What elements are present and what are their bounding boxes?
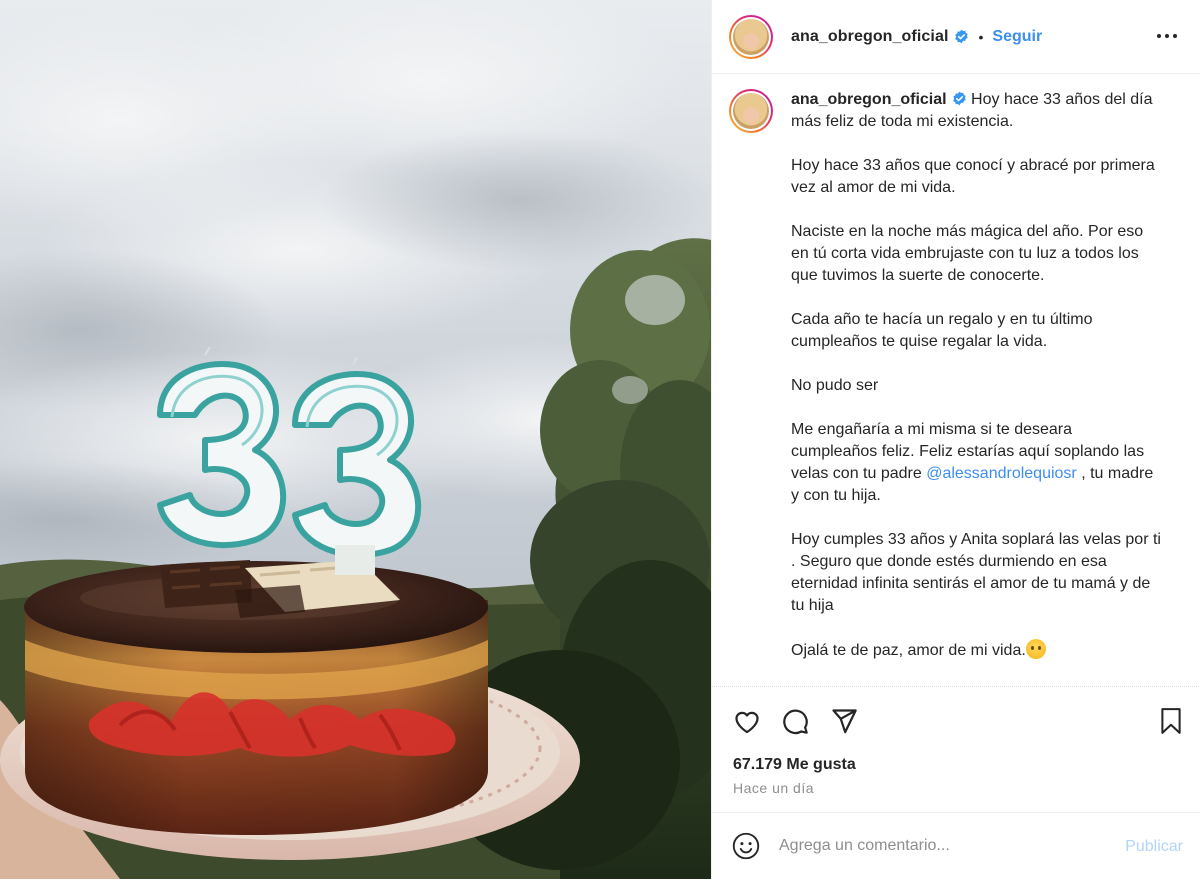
verified-badge-icon [952, 91, 967, 106]
divider [712, 686, 1200, 687]
caption-text: ana_obregon_oficial Hoy hace 33 años del… [791, 89, 1161, 684]
heart-icon[interactable] [732, 706, 762, 736]
follow-button[interactable]: Seguir [992, 28, 1042, 46]
comment-input[interactable] [779, 837, 1099, 855]
caption-paragraph: Hoy hace 33 años que conocí y abracé por… [791, 157, 1155, 196]
caption-avatar[interactable] [729, 89, 773, 133]
post-header: ana_obregon_oficial • Seguir [712, 0, 1200, 74]
caption-paragraph: Naciste en la noche más mágica del año. … [791, 223, 1144, 284]
caption-paragraph-mention: Me engañaría a mi misma si te deseara cu… [791, 419, 1161, 507]
verified-badge-icon [954, 29, 969, 44]
post-photo[interactable] [0, 0, 711, 879]
avatar[interactable] [729, 14, 773, 59]
action-bar [712, 700, 1200, 740]
caption-comment: ana_obregon_oficial Hoy hace 33 años del… [729, 89, 1171, 684]
avatar-ring [731, 16, 771, 57]
comment-icon[interactable] [780, 706, 810, 736]
separator-dot: • [978, 28, 984, 45]
bookmark-icon[interactable] [1156, 706, 1186, 736]
caption-paragraph: Hoy cumples 33 años y Anita soplará las … [791, 531, 1161, 614]
caption-last-paragraph: Ojalá te de paz, amor de mi vida. [791, 639, 1161, 662]
caption-area: ana_obregon_oficial Hoy hace 33 años del… [712, 75, 1200, 685]
more-options-icon[interactable] [1155, 24, 1179, 48]
caption-paragraph: No pudo ser [791, 377, 879, 394]
caption-paragraph: Cada año te hacía un regalo y en tu últi… [791, 311, 1093, 350]
profile-picture [733, 93, 769, 129]
crying-face-emoji-icon [1025, 639, 1046, 659]
publish-button[interactable]: Publicar [1125, 838, 1183, 856]
caption-first-paragraph: ana_obregon_oficial Hoy hace 33 años del… [791, 89, 1161, 133]
mention-link[interactable]: @alessandrolequiosr [926, 465, 1077, 482]
avatar-ring [731, 91, 771, 131]
post-timestamp[interactable]: Hace un día [733, 780, 814, 796]
profile-picture [733, 18, 769, 55]
post-side-panel: ana_obregon_oficial • Seguir ana_obregon… [711, 0, 1200, 879]
likes-count[interactable]: 67.179 Me gusta [733, 756, 856, 774]
caption-last-line: Ojalá te de paz, amor de mi vida. [791, 642, 1026, 659]
share-icon[interactable] [829, 706, 859, 736]
username-link[interactable]: ana_obregon_oficial [791, 28, 949, 46]
emoji-icon[interactable] [732, 832, 760, 860]
birthday-cake-photo [0, 0, 711, 879]
comment-bar: Publicar [712, 812, 1200, 879]
caption-username-link[interactable]: ana_obregon_oficial [791, 91, 947, 108]
